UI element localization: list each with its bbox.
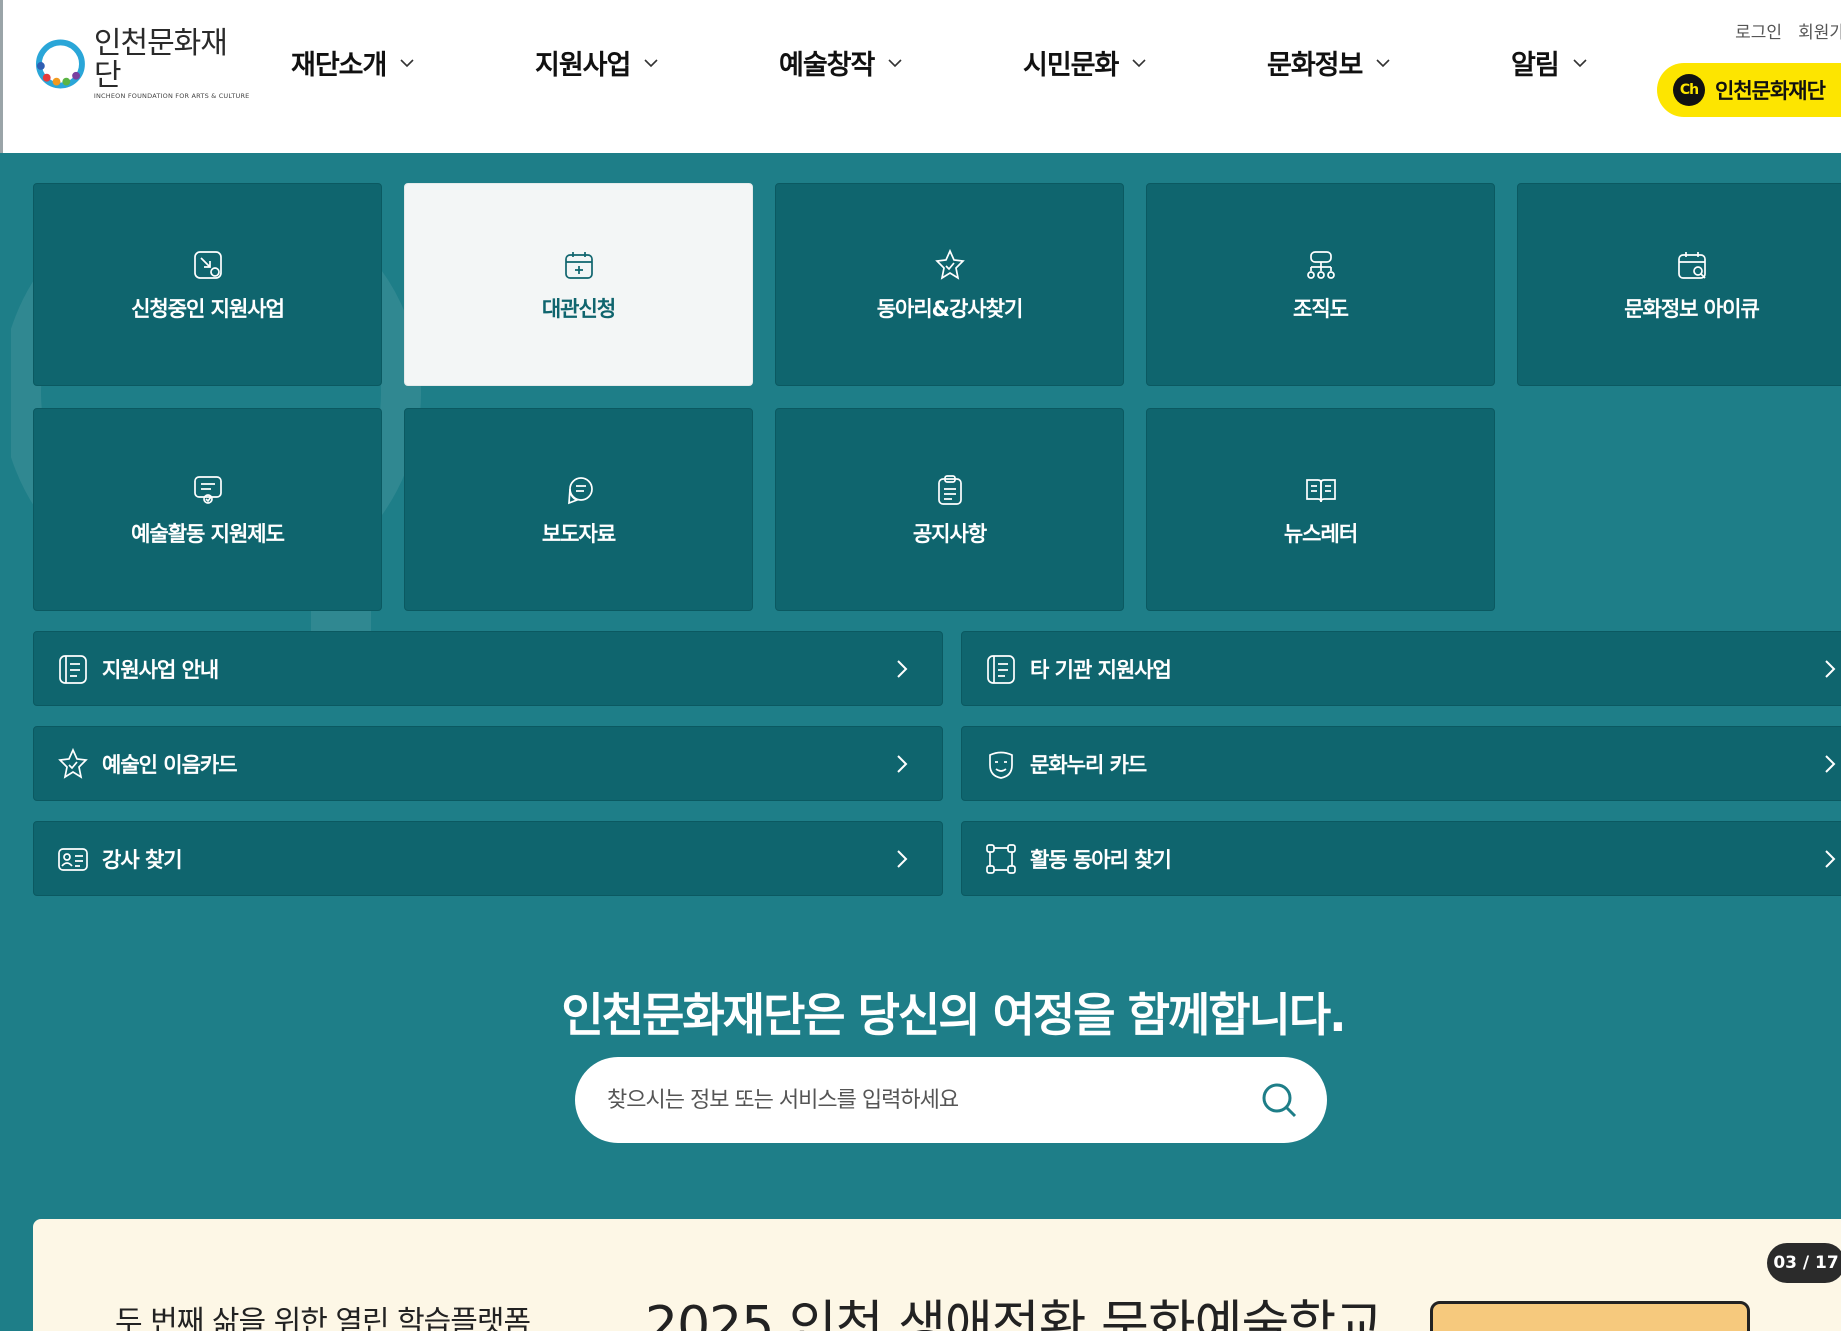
tile-culture-iq[interactable]: 문화정보 아이큐 [1517,183,1841,386]
chevron-right-icon [1825,755,1836,773]
kakao-channel-button[interactable]: Ch 인천문화재단 [1657,63,1841,117]
promo-banner[interactable]: 두 번째 삶을 위한 열린 학습플랫폼 2025 인천 생애전환 문화예술학교 [33,1219,1841,1331]
link-find-club[interactable]: 활동 동아리 찾기 [961,821,1841,896]
chevron-down-icon [1376,58,1390,67]
chevron-down-icon [1573,58,1587,67]
document-list-icon [59,654,87,684]
network-icon [986,843,1016,874]
calendar-add-icon [564,251,593,279]
logo-mark-icon [35,39,85,89]
tile-art-support-system[interactable]: 예술활동 지원제도 [33,408,382,611]
search-icon[interactable] [1259,1080,1299,1120]
nav-item-foundation[interactable]: 재단소개 [291,40,535,85]
banner-subtitle: 두 번째 삶을 위한 열린 학습플랫폼 [115,1305,531,1331]
chevron-down-icon [400,58,414,67]
chevron-down-icon [644,58,658,67]
chevron-right-icon [897,660,908,678]
link-support-guide[interactable]: 지원사업 안내 [33,631,943,706]
nav-item-art-creation[interactable]: 예술창작 [779,40,1023,85]
document-list-icon [987,654,1015,684]
tile-newsletter[interactable]: 뉴스레터 [1146,408,1495,611]
link-other-agency-support[interactable]: 타 기관 지원사업 [961,631,1841,706]
banner-illustration [1430,1301,1750,1331]
apply-icon [193,250,222,279]
main-nav: 재단소개 지원사업 예술창작 시민문화 문화정보 알림 [291,40,1755,85]
site-logo[interactable]: 인천문화재단 INCHEON FOUNDATION FOR ARTS & CUL… [35,28,250,100]
logo-name: 인천문화재단 [93,26,228,93]
banner-title: 2025 인천 생애전환 문화예술학교 [645,1296,1383,1331]
chevron-right-icon [897,850,908,868]
certificate-icon [193,475,222,504]
link-artist-card[interactable]: 예술인 이음카드 [33,726,943,801]
join-link[interactable]: 회원가 [1798,18,1841,43]
tile-press-release[interactable]: 보도자료 [404,408,753,611]
login-link[interactable]: 로그인 [1735,18,1782,43]
id-card-icon [58,847,88,871]
utility-links: 로그인 회원가 [1735,18,1841,43]
star-badge-icon [58,747,88,779]
chevron-right-icon [1825,850,1836,868]
tile-org-chart[interactable]: 조직도 [1146,183,1495,386]
chevron-right-icon [897,755,908,773]
chevron-right-icon [1825,660,1836,678]
main-content: 신청중인 지원사업 대관신청 동아리&강사찾기 조직도 문화정보 아이큐 예술활… [3,153,1841,1331]
star-badge-icon [934,248,965,280]
logo-subtitle: INCHEON FOUNDATION FOR ARTS & CULTURE [93,92,250,100]
tile-club-instructor[interactable]: 동아리&강사찾기 [775,183,1124,386]
press-icon [567,476,593,504]
nav-item-citizen-culture[interactable]: 시민문화 [1023,40,1267,85]
link-find-instructor[interactable]: 강사 찾기 [33,821,943,896]
site-header: 인천문화재단 INCHEON FOUNDATION FOR ARTS & CUL… [0,0,1841,153]
kakao-channel-label: 인천문화재단 [1715,79,1826,103]
slide-counter: 03 / 17 [1767,1243,1841,1283]
theater-mask-icon [989,751,1013,779]
tile-venue-rental[interactable]: 대관신청 [404,183,753,386]
org-chart-icon [1306,250,1335,279]
nav-item-culture-info[interactable]: 문화정보 [1267,40,1511,85]
chevron-down-icon [888,58,902,67]
calendar-search-icon [1677,251,1706,279]
clipboard-icon [937,474,962,505]
search-box [575,1057,1327,1143]
nav-item-support[interactable]: 지원사업 [535,40,779,85]
hero-title: 인천문화재단은 당신의 여정을 함께합니다. [561,988,1346,1042]
tile-applying-support[interactable]: 신청중인 지원사업 [33,183,382,386]
search-input[interactable] [607,1087,1227,1113]
book-icon [1305,478,1336,502]
chevron-down-icon [1132,58,1146,67]
kakao-channel-icon: Ch [1673,74,1705,106]
link-culture-nuri-card[interactable]: 문화누리 카드 [961,726,1841,801]
tile-notice[interactable]: 공지사항 [775,408,1124,611]
